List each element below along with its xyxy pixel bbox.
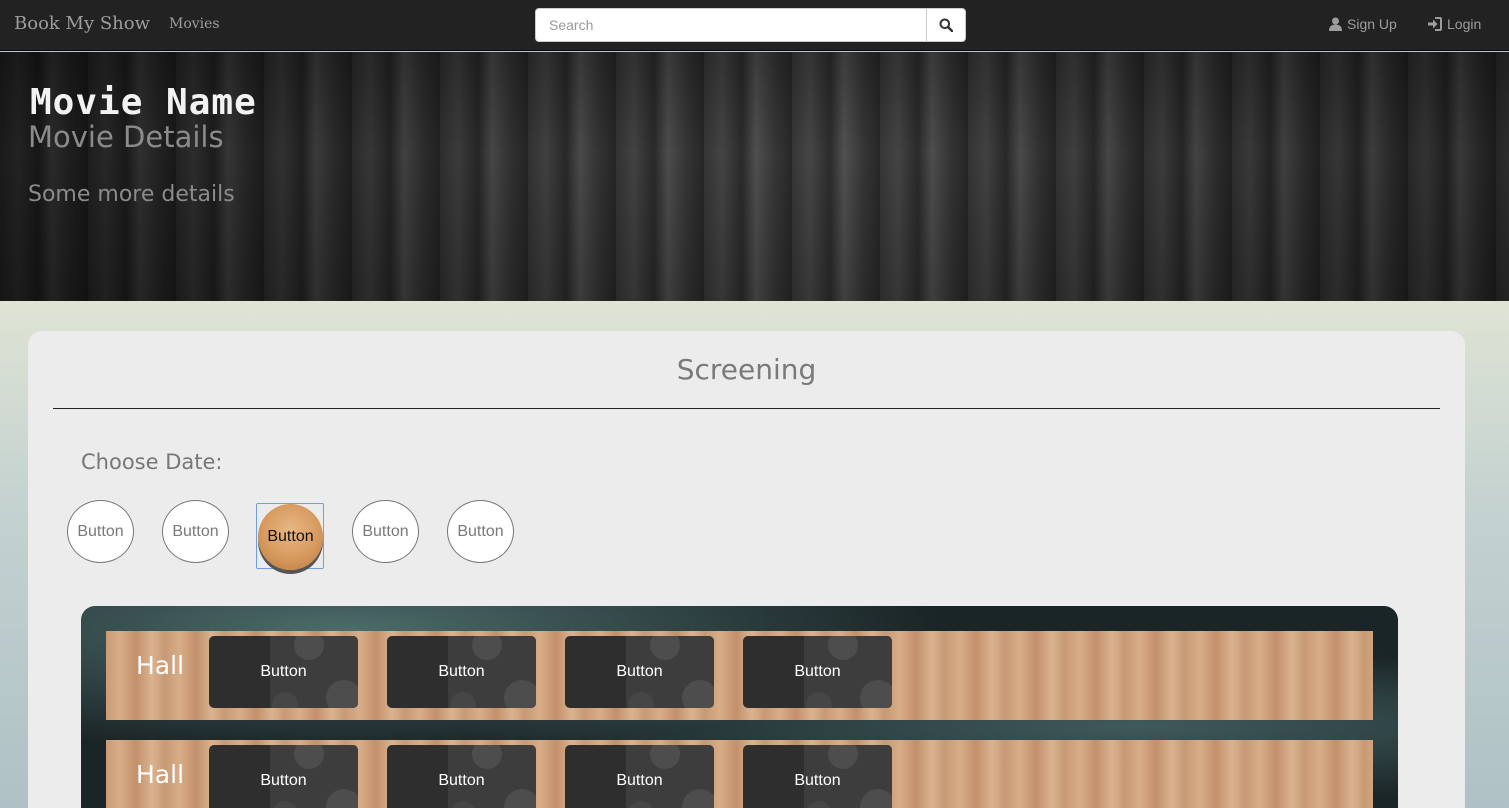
showtime-label: Button	[260, 663, 307, 680]
date-button[interactable]: Button	[67, 500, 134, 563]
showtime-button[interactable]: Button	[565, 745, 714, 808]
search-form	[535, 8, 966, 42]
brand-link[interactable]: Book My Show	[14, 13, 150, 34]
signup-link[interactable]: Sign Up	[1329, 16, 1397, 32]
showtime-button[interactable]: Button	[743, 745, 892, 808]
hero-banner: Movie Name Movie Details Some more detai…	[0, 52, 1509, 301]
showtime-button[interactable]: Button	[565, 636, 714, 708]
search-icon	[939, 18, 953, 32]
showtime-label: Button	[438, 663, 485, 680]
halls-panel: Hall Button Button Button Button Hall Bu…	[81, 606, 1398, 808]
showtime-button[interactable]: Button	[209, 636, 358, 708]
showtime-button[interactable]: Button	[743, 636, 892, 708]
search-button[interactable]	[926, 9, 965, 41]
choose-date-label: Choose Date:	[81, 450, 223, 474]
showtime-button[interactable]: Button	[387, 636, 536, 708]
user-icon	[1329, 17, 1342, 31]
showtime-label: Button	[438, 772, 485, 789]
signup-label: Sign Up	[1347, 16, 1397, 32]
movie-more-details: Some more details	[28, 182, 235, 207]
login-icon	[1428, 17, 1442, 31]
showtime-label: Button	[616, 772, 663, 789]
login-link[interactable]: Login	[1427, 16, 1481, 32]
date-button[interactable]: Button	[447, 500, 514, 563]
search-input[interactable]	[536, 9, 927, 41]
divider	[53, 408, 1440, 409]
hall-row: Hall Button Button Button Button	[106, 631, 1373, 720]
showtime-label: Button	[616, 663, 663, 680]
screening-title: Screening	[676, 353, 817, 386]
showtime-label: Button	[794, 663, 841, 680]
date-button[interactable]: Button	[352, 500, 419, 563]
showtime-button[interactable]: Button	[209, 745, 358, 808]
hall-row: Hall Button Button Button Button	[106, 740, 1373, 808]
movie-title: Movie Name	[30, 82, 257, 123]
movie-details: Movie Details	[28, 120, 224, 154]
showtime-button[interactable]: Button	[387, 745, 536, 808]
showtime-label: Button	[794, 772, 841, 789]
hall-label: Hall	[136, 760, 185, 789]
date-button-selected[interactable]: Button	[258, 504, 323, 570]
showtime-label: Button	[260, 772, 307, 789]
hall-label: Hall	[136, 651, 185, 680]
nav-movies-link[interactable]: Movies	[169, 16, 220, 32]
navbar: Book My Show Movies Sign Up Login	[0, 0, 1509, 51]
screening-card: Screening Choose Date: Button Button But…	[28, 331, 1465, 808]
date-button[interactable]: Button	[162, 500, 229, 563]
login-label: Login	[1447, 16, 1482, 32]
